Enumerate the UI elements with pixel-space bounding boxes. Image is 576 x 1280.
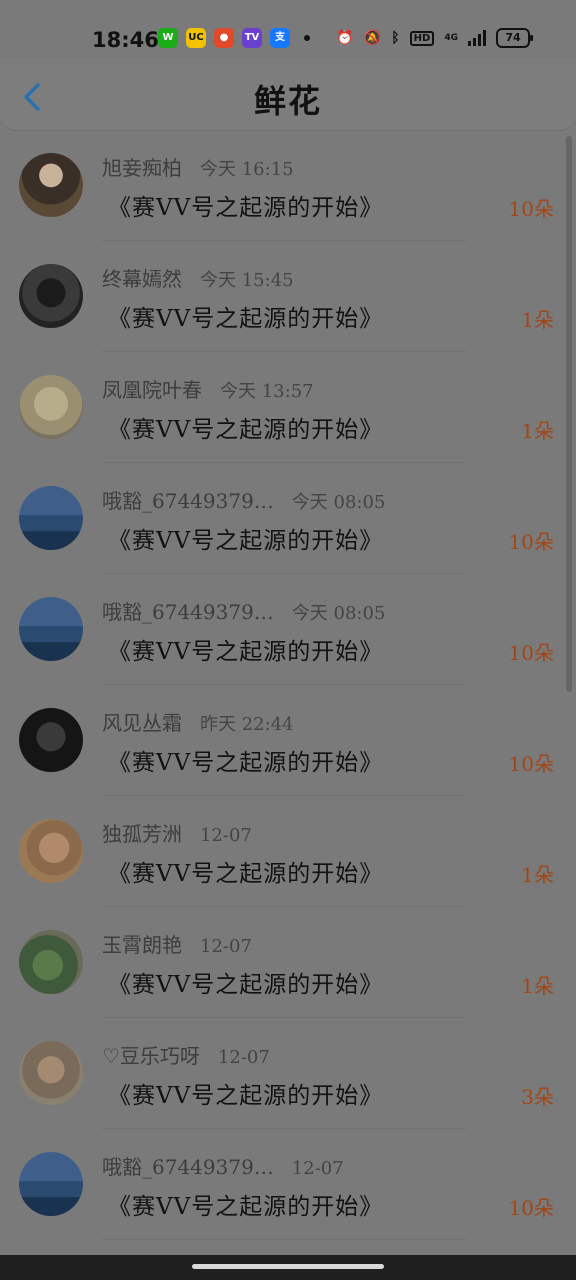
record-message: 《赛VV号之起源的开始》 xyxy=(108,972,384,998)
record-time: 12-07 xyxy=(200,825,252,846)
avatar xyxy=(19,819,83,883)
record-message: 《赛VV号之起源的开始》 xyxy=(108,417,384,443)
system-icons: ⏰ 🔕 ᛒ HD 4G 74 xyxy=(336,28,533,48)
list-item[interactable]: 独孤芳洲 12-07 《赛VV号之起源的开始》 1朵 xyxy=(0,796,576,907)
sender-name: 风见丛霜 xyxy=(102,711,182,735)
bluetooth-icon: ᛒ xyxy=(391,30,400,46)
flower-count: 1朵 xyxy=(521,419,554,443)
battery-icon: 74 xyxy=(496,28,533,48)
list-item[interactable]: 凤凰院叶春 今天 13:57 《赛VV号之起源的开始》 1朵 xyxy=(0,352,576,463)
tv-icon: TV xyxy=(242,28,262,48)
flower-count: 10朵 xyxy=(508,641,554,665)
record-message: 《赛VV号之起源的开始》 xyxy=(108,750,384,776)
notification-icons: W UC ● TV 支 xyxy=(158,28,310,48)
list-item[interactable]: ♡豆乐巧呀 12-07 《赛VV号之起源的开始》 3朵 xyxy=(0,1018,576,1129)
record-time: 今天 13:57 xyxy=(220,381,314,402)
flower-count: 1朵 xyxy=(521,308,554,332)
list-item[interactable]: 哦豁_67449379… 12-07 《赛VV号之起源的开始》 10朵 xyxy=(0,1129,576,1240)
flower-record-list: 旭妾痴柏 今天 16:15 《赛VV号之起源的开始》 10朵 终幕嫣然 今天 1… xyxy=(0,130,576,1240)
record-message: 《赛VV号之起源的开始》 xyxy=(108,1083,384,1109)
signal-icon xyxy=(468,30,486,46)
flower-count: 1朵 xyxy=(521,863,554,887)
record-meta: ♡豆乐巧呀 12-07 xyxy=(102,1040,270,1069)
record-time: 12-07 xyxy=(217,1047,270,1068)
record-meta: 哦豁_67449379… 12-07 xyxy=(102,1151,344,1180)
record-time: 今天 15:45 xyxy=(200,270,294,291)
hd-badge: HD xyxy=(409,30,435,46)
flower-count: 10朵 xyxy=(508,197,554,221)
record-time: 今天 08:05 xyxy=(291,603,386,624)
avatar xyxy=(19,264,83,328)
page-header: 鲜花 xyxy=(0,58,576,131)
record-meta: 旭妾痴柏 今天 16:15 xyxy=(102,152,294,181)
sender-name: 哦豁_67449379… xyxy=(102,1155,274,1179)
record-meta: 哦豁_67449379… 今天 08:05 xyxy=(102,485,385,514)
sender-name: 玉霄朗艳 xyxy=(102,933,182,957)
more-dot-icon xyxy=(304,35,310,41)
avatar xyxy=(19,375,83,439)
record-time: 今天 08:05 xyxy=(291,492,386,513)
list-item[interactable]: 终幕嫣然 今天 15:45 《赛VV号之起源的开始》 1朵 xyxy=(0,241,576,352)
record-message: 《赛VV号之起源的开始》 xyxy=(108,1194,384,1220)
mute-icon: 🔕 xyxy=(363,30,382,46)
avatar xyxy=(19,708,83,772)
wechat-icon: W xyxy=(158,28,178,48)
sender-name: 旭妾痴柏 xyxy=(102,156,182,180)
record-message: 《赛VV号之起源的开始》 xyxy=(108,306,384,332)
flower-count: 10朵 xyxy=(508,752,554,776)
flower-count: 1朵 xyxy=(521,974,554,998)
avatar xyxy=(19,1152,83,1216)
record-time: 今天 16:15 xyxy=(200,159,294,180)
battery-level: 74 xyxy=(505,31,521,44)
flower-count: 10朵 xyxy=(508,1196,554,1220)
record-message: 《赛VV号之起源的开始》 xyxy=(108,861,384,887)
record-time: 12-07 xyxy=(200,936,252,957)
browser-icon: ● xyxy=(214,28,234,48)
avatar xyxy=(19,1041,83,1105)
sender-name: ♡豆乐巧呀 xyxy=(102,1044,200,1068)
avatar xyxy=(19,486,83,550)
status-time: 18:46 xyxy=(92,28,159,52)
list-item[interactable]: 哦豁_67449379… 今天 08:05 《赛VV号之起源的开始》 10朵 xyxy=(0,463,576,574)
scrollbar[interactable] xyxy=(566,136,572,692)
avatar xyxy=(19,153,83,217)
flower-count: 3朵 xyxy=(521,1085,554,1109)
record-meta: 凤凰院叶春 今天 13:57 xyxy=(102,374,314,403)
record-time: 12-07 xyxy=(291,1158,344,1179)
uc-icon: UC xyxy=(186,28,206,48)
avatar xyxy=(19,597,83,661)
record-meta: 独孤芳洲 12-07 xyxy=(102,818,252,847)
sender-name: 凤凰院叶春 xyxy=(102,378,202,402)
record-meta: 风见丛霜 昨天 22:44 xyxy=(102,707,294,736)
sender-name: 独孤芳洲 xyxy=(102,822,182,846)
alipay-icon: 支 xyxy=(270,28,290,48)
record-meta: 玉霄朗艳 12-07 xyxy=(102,929,252,958)
navigation-bar xyxy=(0,1255,576,1280)
record-message: 《赛VV号之起源的开始》 xyxy=(108,195,384,221)
record-message: 《赛VV号之起源的开始》 xyxy=(108,528,384,554)
sender-name: 哦豁_67449379… xyxy=(102,600,274,624)
status-bar: 18:46 W UC ● TV 支 ⏰ 🔕 ᛒ HD 4G 74 xyxy=(0,0,576,58)
home-indicator[interactable] xyxy=(192,1264,384,1269)
list-item[interactable]: 玉霄朗艳 12-07 《赛VV号之起源的开始》 1朵 xyxy=(0,907,576,1018)
list-item[interactable]: 旭妾痴柏 今天 16:15 《赛VV号之起源的开始》 10朵 xyxy=(0,130,576,241)
sender-name: 哦豁_67449379… xyxy=(102,489,274,513)
signal-label: 4G xyxy=(444,33,458,43)
avatar xyxy=(19,930,83,994)
record-meta: 哦豁_67449379… 今天 08:05 xyxy=(102,596,385,625)
flower-count: 10朵 xyxy=(508,530,554,554)
alarm-icon: ⏰ xyxy=(336,30,354,46)
list-item[interactable]: 风见丛霜 昨天 22:44 《赛VV号之起源的开始》 10朵 xyxy=(0,685,576,796)
list-item[interactable]: 哦豁_67449379… 今天 08:05 《赛VV号之起源的开始》 10朵 xyxy=(0,574,576,685)
sender-name: 终幕嫣然 xyxy=(102,267,182,291)
record-meta: 终幕嫣然 今天 15:45 xyxy=(102,263,294,292)
record-message: 《赛VV号之起源的开始》 xyxy=(108,639,384,665)
record-time: 昨天 22:44 xyxy=(200,714,294,735)
page-title: 鲜花 xyxy=(253,82,322,120)
